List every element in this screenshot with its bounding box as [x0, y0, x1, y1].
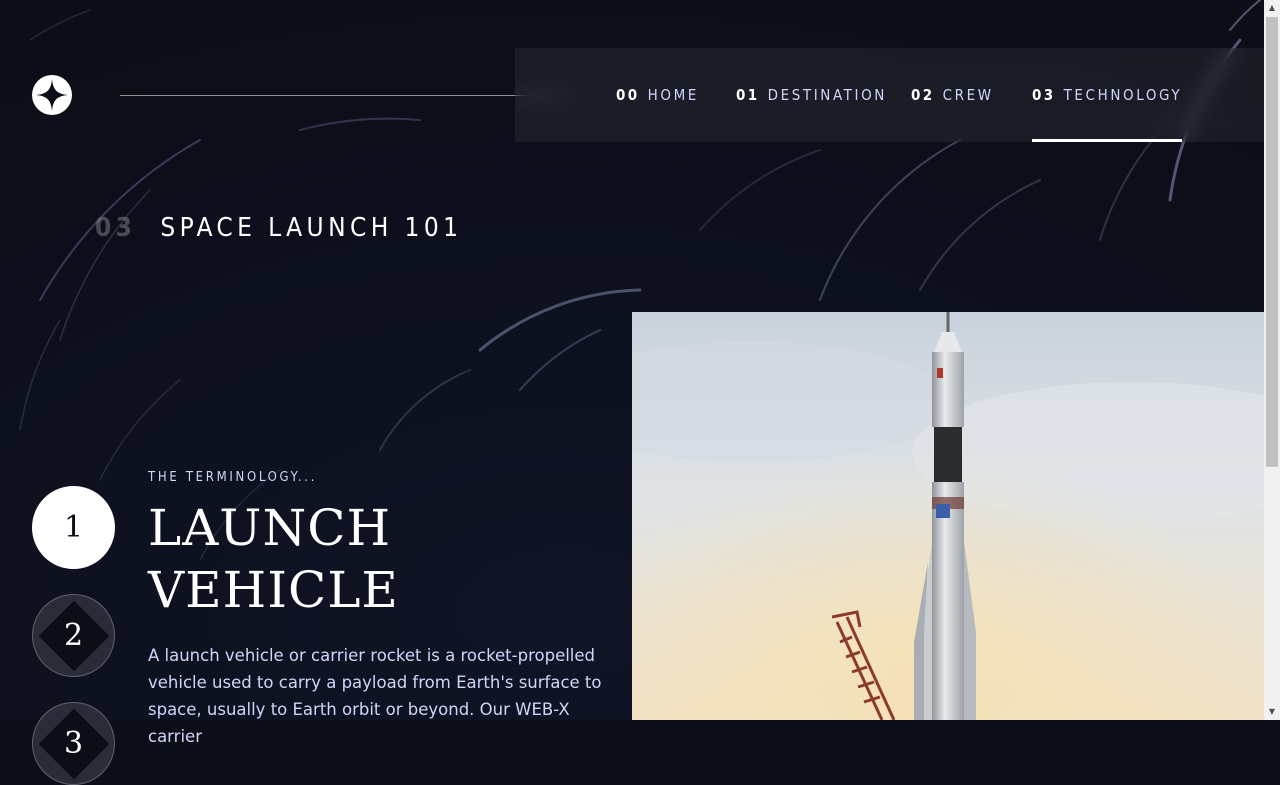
arrow-down-icon[interactable]: ▼: [1264, 704, 1280, 720]
nav-destination-label: DESTINATION: [767, 86, 887, 104]
nav-technology[interactable]: 03 TECHNOLOGY: [1032, 48, 1183, 142]
nav-home[interactable]: 00 HOME: [616, 48, 699, 142]
vertical-scrollbar[interactable]: ▲ ▼: [1264, 0, 1280, 720]
nav-crew[interactable]: 02 CREW: [911, 48, 994, 142]
technology-title: LAUNCH VEHICLE: [148, 499, 399, 619]
scrollbar-thumb[interactable]: [1266, 17, 1278, 467]
arrow-up-icon[interactable]: ▲: [1264, 0, 1280, 16]
terminology-eyebrow: THE TERMINOLOGY...: [148, 470, 318, 485]
nav-destination[interactable]: 01 DESTINATION: [736, 48, 887, 142]
step-number-1: 1: [63, 510, 84, 545]
launch-vehicle-image: [632, 312, 1264, 720]
nav-destination-number: 01: [736, 86, 760, 104]
step-number-2: 2: [63, 618, 84, 653]
page-heading-text: SPACE LAUNCH 101: [160, 213, 463, 243]
step-button-1[interactable]: 1: [32, 486, 115, 569]
nav-technology-label: TECHNOLOGY: [1063, 86, 1183, 104]
nav-crew-number: 02: [911, 86, 935, 104]
page-heading: 03 SPACE LAUNCH 101: [95, 206, 462, 250]
star-logo-icon[interactable]: [32, 75, 72, 115]
technology-description: A launch vehicle or carrier rocket is a …: [148, 646, 602, 746]
header-divider-line: [120, 95, 563, 96]
step-button-3[interactable]: 3: [32, 702, 115, 785]
nav-home-number: 00: [616, 86, 640, 104]
nav-technology-number: 03: [1032, 86, 1056, 104]
step-number-3: 3: [63, 726, 84, 761]
page-heading-number: 03: [95, 213, 137, 243]
step-button-2[interactable]: 2: [32, 594, 115, 677]
main-navigation: 00 HOME 01 DESTINATION 02 CREW 03 TECHNOLOGY: [515, 48, 1264, 142]
nav-crew-label: CREW: [942, 86, 994, 104]
nav-home-label: HOME: [647, 86, 699, 104]
